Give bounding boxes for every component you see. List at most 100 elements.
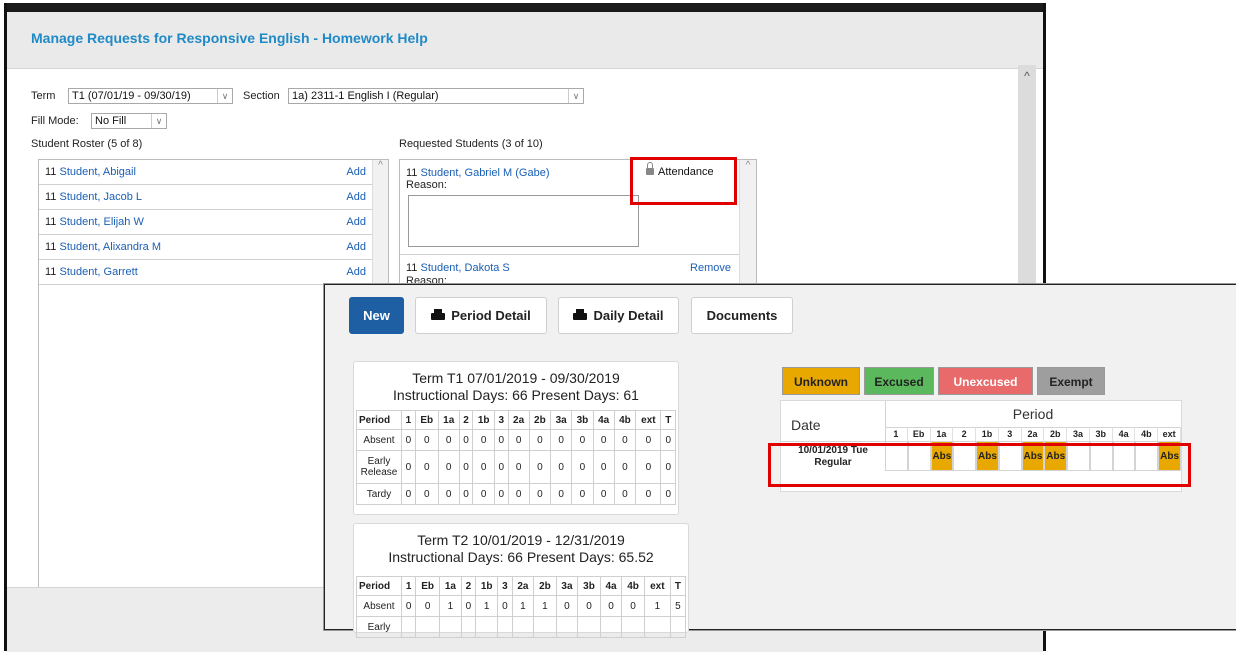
student-name: Student, Elijah W bbox=[59, 216, 144, 228]
student-link[interactable]: 11 Student, Elijah W bbox=[45, 216, 144, 228]
add-link[interactable]: Add bbox=[346, 191, 366, 203]
row-label: Early Release bbox=[356, 450, 402, 484]
remove-link[interactable]: Remove bbox=[690, 262, 731, 274]
period-number: 1a bbox=[931, 427, 954, 441]
table-cell: 0 bbox=[401, 429, 416, 451]
daily-detail-button[interactable]: Daily Detail bbox=[558, 297, 679, 334]
table-cell: 0 bbox=[571, 429, 594, 451]
student-link[interactable]: 11 Student, Dakota S bbox=[406, 262, 510, 274]
column-header: 2 bbox=[458, 410, 474, 430]
column-header: 3 bbox=[497, 576, 513, 596]
unexcused-legend: Unexcused bbox=[938, 367, 1033, 395]
section-select[interactable]: 1a) 2311-1 English I (Regular) ∨ bbox=[288, 88, 584, 104]
term-select[interactable]: T1 (07/01/19 - 09/30/19) ∨ bbox=[68, 88, 233, 104]
student-link[interactable]: 11 Student, Garrett bbox=[45, 266, 138, 278]
column-header: Period bbox=[356, 410, 402, 430]
table-cell: 0 bbox=[437, 429, 460, 451]
requested-header: Requested Students (3 of 10) bbox=[399, 138, 543, 150]
student-link[interactable]: 11 Student, Jacob L bbox=[45, 191, 142, 203]
table-cell: 0 bbox=[493, 483, 509, 505]
table-cell: 0 bbox=[458, 450, 474, 484]
term-label: Term bbox=[31, 90, 56, 102]
column-header: 4a bbox=[599, 576, 623, 596]
term-select-value: T1 (07/01/19 - 09/30/19) bbox=[72, 90, 191, 102]
fill-mode-select[interactable]: No Fill ∨ bbox=[91, 113, 167, 129]
table-cell: 0 bbox=[437, 450, 460, 484]
table-cell: 0 bbox=[507, 483, 530, 505]
table-cell: 0 bbox=[528, 429, 552, 451]
table-cell bbox=[643, 616, 671, 638]
column-header: T bbox=[660, 410, 676, 430]
period-number: Eb bbox=[908, 427, 931, 441]
student-name: Student, Abigail bbox=[59, 166, 136, 178]
scroll-up-icon[interactable]: ^ bbox=[373, 160, 388, 174]
reason-textarea[interactable] bbox=[408, 195, 639, 247]
period-number: 3 bbox=[999, 427, 1022, 441]
table-cell: 0 bbox=[613, 429, 637, 451]
add-link[interactable]: Add bbox=[346, 166, 366, 178]
period-number: 3b bbox=[1090, 427, 1113, 441]
table-cell: 0 bbox=[635, 450, 662, 484]
attendance-row-highlight bbox=[768, 443, 1191, 487]
column-header: Period bbox=[356, 576, 402, 596]
chevron-down-icon: ∨ bbox=[151, 114, 166, 128]
student-link[interactable]: 11 Student, Gabriel M (Gabe) bbox=[406, 167, 550, 179]
grade: 11 bbox=[45, 241, 57, 253]
table-cell: 0 bbox=[577, 595, 601, 617]
period-number: 2 bbox=[953, 427, 977, 441]
table-cell bbox=[400, 616, 417, 638]
table-cell: 0 bbox=[458, 429, 474, 451]
section-select-value: 1a) 2311-1 English I (Regular) bbox=[292, 90, 439, 102]
column-header: 3a bbox=[550, 410, 573, 430]
table-cell bbox=[474, 616, 499, 638]
table-cell: 0 bbox=[613, 450, 637, 484]
list-item: 11 Student, Garrett Add bbox=[39, 260, 372, 285]
list-item: 11 Student, Abigail Add bbox=[39, 160, 372, 185]
add-link[interactable]: Add bbox=[346, 266, 366, 278]
table-cell bbox=[533, 616, 557, 638]
printer-icon bbox=[573, 309, 588, 321]
period-number: 1 bbox=[885, 427, 908, 441]
column-header: 3a bbox=[555, 576, 579, 596]
table-header-row: Period 1 Eb 1a 2 1b 3 2a 2b 3a 3b 4a 4b ext T bbox=[356, 410, 676, 430]
add-link[interactable]: Add bbox=[346, 216, 366, 228]
student-link[interactable]: 11 Student, Abigail bbox=[45, 166, 136, 178]
column-header: 4a bbox=[592, 410, 615, 430]
new-button[interactable]: New bbox=[349, 297, 404, 334]
term-t1-card: Term T1 07/01/2019 - 09/30/2019 Instruct… bbox=[353, 361, 679, 515]
add-link[interactable]: Add bbox=[346, 241, 366, 253]
grade: 11 bbox=[45, 191, 57, 203]
table-cell: 0 bbox=[472, 429, 495, 451]
table-cell: 0 bbox=[414, 483, 439, 505]
requested-scrollbar[interactable]: ^ bbox=[739, 160, 756, 290]
column-header: Eb bbox=[415, 576, 441, 596]
column-header: Eb bbox=[414, 410, 439, 430]
table-cell: 0 bbox=[571, 450, 594, 484]
row-label: Early bbox=[356, 616, 402, 638]
student-name: Student, Alixandra M bbox=[59, 241, 161, 253]
table-cell bbox=[511, 616, 535, 638]
table-cell: 0 bbox=[550, 429, 573, 451]
documents-button[interactable]: Documents bbox=[691, 297, 793, 334]
attendance-panel: New Period Detail Daily Detail Documents… bbox=[324, 284, 1236, 638]
table-cell: 0 bbox=[621, 595, 645, 617]
column-header: 1b bbox=[472, 410, 495, 430]
table-cell: 0 bbox=[415, 595, 441, 617]
table-cell: 0 bbox=[507, 429, 530, 451]
table-row: Early Release 0 0 0 0 0 0 0 0 0 0 0 0 0 0 bbox=[356, 450, 676, 484]
term-t2-title: Term T2 10/01/2019 - 12/31/2019 bbox=[417, 532, 625, 548]
period-detail-button[interactable]: Period Detail bbox=[415, 297, 547, 334]
term-t2-days: Instructional Days: 66 Present Days: 65.… bbox=[388, 549, 654, 565]
period-number-row: 1 Eb 1a 2 1b 3 2a 2b 3a 3b 4a 4b ext bbox=[885, 427, 1181, 441]
column-header: 3 bbox=[493, 410, 509, 430]
table-cell: 0 bbox=[528, 483, 552, 505]
table-cell: 0 bbox=[571, 483, 594, 505]
term-t1-days: Instructional Days: 66 Present Days: 61 bbox=[393, 387, 639, 403]
scroll-up-icon[interactable]: ^ bbox=[740, 160, 756, 174]
table-cell bbox=[621, 616, 645, 638]
table-cell: 1 bbox=[474, 595, 499, 617]
student-link[interactable]: 11 Student, Alixandra M bbox=[45, 241, 161, 253]
grade: 11 bbox=[406, 167, 418, 179]
table-cell: 0 bbox=[528, 450, 552, 484]
scroll-up-icon[interactable]: ^ bbox=[1018, 69, 1036, 83]
